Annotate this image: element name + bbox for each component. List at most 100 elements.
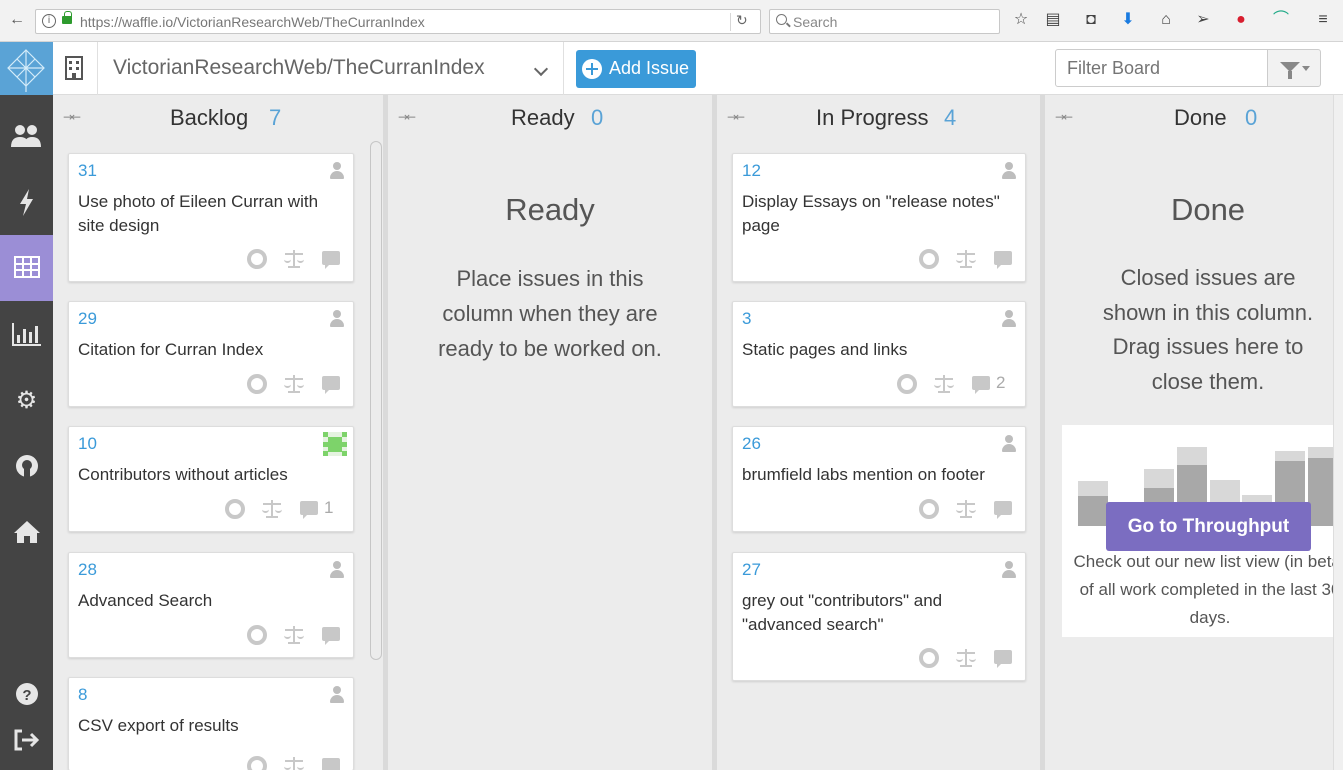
issue-card[interactable]: 31 Use photo of Eileen Curran with site … xyxy=(68,153,354,282)
empty-column-description: Place issues in this column when they ar… xyxy=(438,266,662,361)
github-icon[interactable] xyxy=(247,756,267,770)
issue-card[interactable]: 8 CSV export of results xyxy=(68,677,354,770)
sidebar-item-board[interactable] xyxy=(0,235,53,301)
extension-icon[interactable]: ⌒ xyxy=(1271,10,1291,30)
comment-icon[interactable] xyxy=(322,251,340,269)
size-scale-icon[interactable] xyxy=(956,249,976,269)
collapse-column-icon[interactable]: →← xyxy=(1055,110,1073,124)
back-arrow-icon[interactable]: ← xyxy=(6,9,28,31)
comment-icon[interactable] xyxy=(994,650,1012,668)
issue-number[interactable]: 27 xyxy=(742,560,761,580)
assignee-avatar-icon[interactable] xyxy=(329,310,345,328)
sidebar-item-settings[interactable]: ⚙ xyxy=(0,367,53,433)
issue-number[interactable]: 8 xyxy=(78,685,87,705)
column-count: 7 xyxy=(269,105,282,130)
page-scrollbar[interactable] xyxy=(1333,95,1343,770)
chevron-down-icon[interactable] xyxy=(533,61,549,77)
collapse-column-icon[interactable]: →← xyxy=(727,110,745,124)
browser-search-input[interactable]: Search xyxy=(769,9,1000,34)
empty-column-title: Ready xyxy=(505,192,595,227)
add-issue-button[interactable]: Add Issue xyxy=(576,50,696,88)
issue-number[interactable]: 26 xyxy=(742,434,761,454)
filter-dropdown-button[interactable] xyxy=(1267,49,1321,87)
issue-card[interactable]: 12 Display Essays on "release notes" pag… xyxy=(732,153,1026,282)
issue-card[interactable]: 28 Advanced Search xyxy=(68,552,354,658)
size-scale-icon[interactable] xyxy=(262,499,282,519)
gear-icon: ⚙ xyxy=(15,386,38,414)
issue-number[interactable]: 10 xyxy=(78,434,97,454)
collapse-column-icon[interactable]: →← xyxy=(63,110,81,124)
repo-selector[interactable]: VictorianResearchWeb/TheCurranIndex xyxy=(113,56,485,80)
issue-card[interactable]: 10 Contributors without articles 1 xyxy=(68,426,354,532)
comment-icon[interactable] xyxy=(322,758,340,770)
github-icon[interactable] xyxy=(225,499,245,519)
issue-number[interactable]: 31 xyxy=(78,161,97,181)
menu-icon[interactable]: ≡ xyxy=(1313,10,1333,30)
assignee-avatar-icon[interactable] xyxy=(1001,435,1017,453)
size-scale-icon[interactable] xyxy=(284,249,304,269)
organization-icon[interactable] xyxy=(53,42,98,95)
size-scale-icon[interactable] xyxy=(956,499,976,519)
bookmark-star-icon[interactable]: ☆ xyxy=(1011,10,1031,30)
issue-number[interactable]: 12 xyxy=(742,161,761,181)
issue-number[interactable]: 28 xyxy=(78,560,97,580)
size-scale-icon[interactable] xyxy=(284,625,304,645)
assignee-avatar-icon[interactable] xyxy=(1001,561,1017,579)
pinterest-icon[interactable]: ● xyxy=(1231,10,1251,30)
comment-icon[interactable] xyxy=(300,501,318,519)
home-icon[interactable]: ⌂ xyxy=(1156,10,1176,30)
assignee-avatar-icon[interactable] xyxy=(329,686,345,704)
assignee-avatar-icon[interactable] xyxy=(1001,162,1017,180)
size-scale-icon[interactable] xyxy=(284,756,304,770)
filter-board-input[interactable] xyxy=(1055,49,1268,87)
column-count: 4 xyxy=(944,105,957,130)
reading-list-icon[interactable]: ▤ xyxy=(1043,10,1063,30)
issue-card[interactable]: 3 Static pages and links 2 xyxy=(732,301,1026,407)
comment-icon[interactable] xyxy=(994,251,1012,269)
comment-count: 2 xyxy=(996,373,1006,392)
github-icon[interactable] xyxy=(919,249,939,269)
assignee-avatar-icon[interactable] xyxy=(329,162,345,180)
info-icon[interactable]: i xyxy=(42,14,56,28)
sidebar-item-home[interactable] xyxy=(0,499,53,565)
assignee-avatar-icon[interactable] xyxy=(323,432,347,456)
size-scale-icon[interactable] xyxy=(956,648,976,668)
issue-card[interactable]: 29 Citation for Curran Index xyxy=(68,301,354,407)
assignee-avatar-icon[interactable] xyxy=(1001,310,1017,328)
sidebar-item-signout[interactable] xyxy=(0,707,53,770)
sidebar-item-metrics[interactable] xyxy=(0,301,53,367)
sidebar-item-activity[interactable] xyxy=(0,169,53,235)
issue-number[interactable]: 3 xyxy=(742,309,751,329)
size-scale-icon[interactable] xyxy=(284,374,304,394)
sidebar-item-team[interactable] xyxy=(0,103,53,169)
send-icon[interactable]: ➢ xyxy=(1193,10,1213,30)
column-title: In Progress xyxy=(816,105,929,130)
reload-icon[interactable]: ↻ xyxy=(736,12,748,29)
download-icon[interactable]: ⬇ xyxy=(1118,10,1138,30)
url-text[interactable]: https://waffle.io/VictorianResearchWeb/T… xyxy=(80,14,425,30)
comment-icon[interactable] xyxy=(972,376,990,394)
waffle-logo[interactable] xyxy=(0,42,53,95)
search-icon xyxy=(776,14,787,25)
github-icon[interactable] xyxy=(897,374,917,394)
collapse-column-icon[interactable]: →← xyxy=(398,110,416,124)
github-icon[interactable] xyxy=(919,648,939,668)
issue-card[interactable]: 27 grey out "contributors" and "advanced… xyxy=(732,552,1026,681)
issue-card[interactable]: 26 brumfield labs mention on footer xyxy=(732,426,1026,532)
github-icon[interactable] xyxy=(919,499,939,519)
github-icon[interactable] xyxy=(247,625,267,645)
comment-icon[interactable] xyxy=(994,501,1012,519)
go-to-throughput-button[interactable]: Go to Throughput xyxy=(1106,502,1311,551)
comment-icon[interactable] xyxy=(322,376,340,394)
issue-number[interactable]: 29 xyxy=(78,309,97,329)
github-icon[interactable] xyxy=(247,249,267,269)
comment-icon[interactable] xyxy=(322,627,340,645)
assignee-avatar-icon[interactable] xyxy=(329,561,345,579)
pocket-icon[interactable]: ◘ xyxy=(1081,10,1101,30)
github-icon[interactable] xyxy=(247,374,267,394)
sidebar-item-github[interactable] xyxy=(0,433,53,499)
column-scrollbar[interactable] xyxy=(370,141,382,660)
team-icon xyxy=(0,103,53,169)
size-scale-icon[interactable] xyxy=(934,374,954,394)
address-bar[interactable]: i https://waffle.io/VictorianResearchWeb… xyxy=(35,9,761,34)
